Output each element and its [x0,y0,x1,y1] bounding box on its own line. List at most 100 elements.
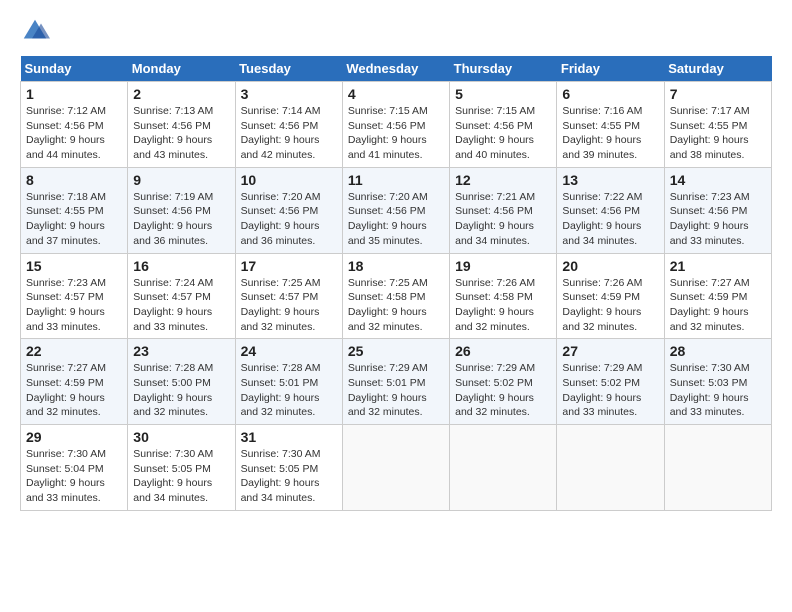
day-detail: Sunrise: 7:23 AMSunset: 4:56 PMDaylight:… [670,191,750,247]
day-detail: Sunrise: 7:19 AMSunset: 4:56 PMDaylight:… [133,191,213,247]
day-detail: Sunrise: 7:26 AMSunset: 4:59 PMDaylight:… [562,277,642,333]
day-number: 16 [133,258,229,274]
day-detail: Sunrise: 7:24 AMSunset: 4:57 PMDaylight:… [133,277,213,333]
day-number: 3 [241,86,337,102]
calendar-cell: 15 Sunrise: 7:23 AMSunset: 4:57 PMDaylig… [21,253,128,339]
day-detail: Sunrise: 7:13 AMSunset: 4:56 PMDaylight:… [133,105,213,161]
calendar-cell: 2 Sunrise: 7:13 AMSunset: 4:56 PMDayligh… [128,82,235,168]
calendar-cell [450,425,557,511]
day-detail: Sunrise: 7:28 AMSunset: 5:00 PMDaylight:… [133,362,213,418]
calendar-cell: 31 Sunrise: 7:30 AMSunset: 5:05 PMDaylig… [235,425,342,511]
day-number: 9 [133,172,229,188]
day-detail: Sunrise: 7:29 AMSunset: 5:02 PMDaylight:… [455,362,535,418]
day-number: 30 [133,429,229,445]
day-number: 21 [670,258,766,274]
day-detail: Sunrise: 7:20 AMSunset: 4:56 PMDaylight:… [241,191,321,247]
day-number: 5 [455,86,551,102]
day-detail: Sunrise: 7:27 AMSunset: 4:59 PMDaylight:… [670,277,750,333]
day-number: 18 [348,258,444,274]
day-detail: Sunrise: 7:18 AMSunset: 4:55 PMDaylight:… [26,191,106,247]
day-number: 22 [26,343,122,359]
calendar-cell: 10 Sunrise: 7:20 AMSunset: 4:56 PMDaylig… [235,167,342,253]
calendar-cell [664,425,771,511]
day-number: 25 [348,343,444,359]
day-number: 14 [670,172,766,188]
weekday-header-row: SundayMondayTuesdayWednesdayThursdayFrid… [21,56,772,82]
day-detail: Sunrise: 7:28 AMSunset: 5:01 PMDaylight:… [241,362,321,418]
day-number: 8 [26,172,122,188]
calendar-cell: 23 Sunrise: 7:28 AMSunset: 5:00 PMDaylig… [128,339,235,425]
calendar-cell: 9 Sunrise: 7:19 AMSunset: 4:56 PMDayligh… [128,167,235,253]
calendar-cell: 25 Sunrise: 7:29 AMSunset: 5:01 PMDaylig… [342,339,449,425]
logo-icon [20,16,50,46]
day-detail: Sunrise: 7:15 AMSunset: 4:56 PMDaylight:… [455,105,535,161]
logo [20,16,52,46]
calendar-cell: 8 Sunrise: 7:18 AMSunset: 4:55 PMDayligh… [21,167,128,253]
day-number: 2 [133,86,229,102]
week-row-5: 29 Sunrise: 7:30 AMSunset: 5:04 PMDaylig… [21,425,772,511]
day-detail: Sunrise: 7:26 AMSunset: 4:58 PMDaylight:… [455,277,535,333]
calendar-cell: 24 Sunrise: 7:28 AMSunset: 5:01 PMDaylig… [235,339,342,425]
weekday-sunday: Sunday [21,56,128,82]
calendar-cell: 30 Sunrise: 7:30 AMSunset: 5:05 PMDaylig… [128,425,235,511]
calendar-cell: 29 Sunrise: 7:30 AMSunset: 5:04 PMDaylig… [21,425,128,511]
week-row-4: 22 Sunrise: 7:27 AMSunset: 4:59 PMDaylig… [21,339,772,425]
day-detail: Sunrise: 7:17 AMSunset: 4:55 PMDaylight:… [670,105,750,161]
calendar-cell: 7 Sunrise: 7:17 AMSunset: 4:55 PMDayligh… [664,82,771,168]
weekday-thursday: Thursday [450,56,557,82]
day-detail: Sunrise: 7:30 AMSunset: 5:05 PMDaylight:… [241,448,321,504]
calendar-cell: 12 Sunrise: 7:21 AMSunset: 4:56 PMDaylig… [450,167,557,253]
day-number: 31 [241,429,337,445]
day-number: 12 [455,172,551,188]
page: SundayMondayTuesdayWednesdayThursdayFrid… [0,0,792,521]
weekday-tuesday: Tuesday [235,56,342,82]
calendar-cell: 26 Sunrise: 7:29 AMSunset: 5:02 PMDaylig… [450,339,557,425]
day-detail: Sunrise: 7:29 AMSunset: 5:02 PMDaylight:… [562,362,642,418]
calendar-cell: 19 Sunrise: 7:26 AMSunset: 4:58 PMDaylig… [450,253,557,339]
calendar-cell: 17 Sunrise: 7:25 AMSunset: 4:57 PMDaylig… [235,253,342,339]
week-row-3: 15 Sunrise: 7:23 AMSunset: 4:57 PMDaylig… [21,253,772,339]
day-detail: Sunrise: 7:25 AMSunset: 4:58 PMDaylight:… [348,277,428,333]
calendar-cell [342,425,449,511]
week-row-2: 8 Sunrise: 7:18 AMSunset: 4:55 PMDayligh… [21,167,772,253]
calendar-cell: 18 Sunrise: 7:25 AMSunset: 4:58 PMDaylig… [342,253,449,339]
day-number: 1 [26,86,122,102]
calendar-cell: 6 Sunrise: 7:16 AMSunset: 4:55 PMDayligh… [557,82,664,168]
day-number: 27 [562,343,658,359]
weekday-friday: Friday [557,56,664,82]
calendar-cell: 13 Sunrise: 7:22 AMSunset: 4:56 PMDaylig… [557,167,664,253]
day-detail: Sunrise: 7:14 AMSunset: 4:56 PMDaylight:… [241,105,321,161]
day-detail: Sunrise: 7:30 AMSunset: 5:03 PMDaylight:… [670,362,750,418]
day-number: 6 [562,86,658,102]
day-detail: Sunrise: 7:15 AMSunset: 4:56 PMDaylight:… [348,105,428,161]
calendar-cell: 1 Sunrise: 7:12 AMSunset: 4:56 PMDayligh… [21,82,128,168]
calendar-cell: 20 Sunrise: 7:26 AMSunset: 4:59 PMDaylig… [557,253,664,339]
day-number: 15 [26,258,122,274]
weekday-monday: Monday [128,56,235,82]
calendar-cell: 27 Sunrise: 7:29 AMSunset: 5:02 PMDaylig… [557,339,664,425]
weekday-saturday: Saturday [664,56,771,82]
day-number: 29 [26,429,122,445]
calendar-cell: 3 Sunrise: 7:14 AMSunset: 4:56 PMDayligh… [235,82,342,168]
calendar-cell: 28 Sunrise: 7:30 AMSunset: 5:03 PMDaylig… [664,339,771,425]
calendar-cell: 11 Sunrise: 7:20 AMSunset: 4:56 PMDaylig… [342,167,449,253]
calendar-table: SundayMondayTuesdayWednesdayThursdayFrid… [20,56,772,511]
day-number: 26 [455,343,551,359]
day-number: 7 [670,86,766,102]
day-number: 17 [241,258,337,274]
day-detail: Sunrise: 7:23 AMSunset: 4:57 PMDaylight:… [26,277,106,333]
calendar-cell: 16 Sunrise: 7:24 AMSunset: 4:57 PMDaylig… [128,253,235,339]
day-number: 4 [348,86,444,102]
day-number: 23 [133,343,229,359]
header [20,16,772,46]
week-row-1: 1 Sunrise: 7:12 AMSunset: 4:56 PMDayligh… [21,82,772,168]
day-detail: Sunrise: 7:16 AMSunset: 4:55 PMDaylight:… [562,105,642,161]
day-number: 24 [241,343,337,359]
calendar-cell: 21 Sunrise: 7:27 AMSunset: 4:59 PMDaylig… [664,253,771,339]
day-detail: Sunrise: 7:29 AMSunset: 5:01 PMDaylight:… [348,362,428,418]
weekday-wednesday: Wednesday [342,56,449,82]
day-detail: Sunrise: 7:25 AMSunset: 4:57 PMDaylight:… [241,277,321,333]
day-number: 10 [241,172,337,188]
calendar-cell: 4 Sunrise: 7:15 AMSunset: 4:56 PMDayligh… [342,82,449,168]
day-number: 28 [670,343,766,359]
